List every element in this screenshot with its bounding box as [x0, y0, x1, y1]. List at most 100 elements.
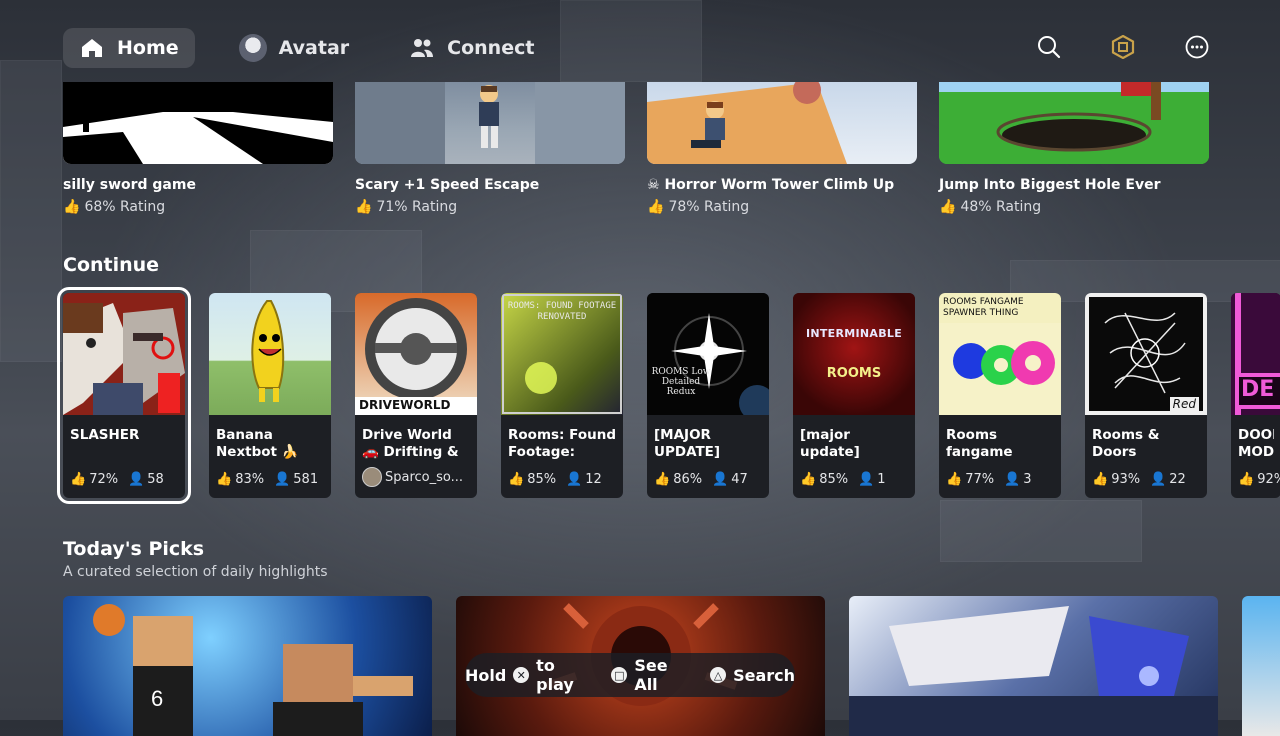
continue-card[interactable]: INTERMINABLE ROOMS [major update] INTERM… — [793, 293, 915, 498]
robux-icon[interactable] — [1110, 34, 1136, 60]
players-stat: 👤 3 — [1004, 472, 1031, 487]
continue-card[interactable]: Red Rooms & Doors (Hidden & Tact... 👍93%… — [1085, 293, 1207, 498]
controller-hint-bar: Hold ✕ to play □ See All △ Search — [465, 653, 795, 697]
thumbs-up-icon: 👍 — [939, 199, 957, 215]
players-value: 1 — [877, 472, 886, 487]
game-title: Jump Into Biggest Hole Ever — [939, 177, 1161, 193]
rating-text: 68% Rating — [84, 199, 166, 215]
continue-card[interactable]: ROOMS Low Detailed Redux [MAJOR UPDATE] … — [647, 293, 769, 498]
rating-value: 85% — [819, 472, 849, 487]
nav-connect[interactable]: Connect — [393, 28, 550, 68]
thumbs-up-icon: 👍 — [355, 199, 373, 215]
players-stat: 👤 581 — [274, 472, 318, 487]
players-value: 47 — [731, 472, 748, 487]
game-thumbnail: DE — [1231, 293, 1280, 415]
pick-card[interactable] — [849, 596, 1218, 736]
recommended-games-row: silly sword game 👍 68% Rating Scary +1 Sp… — [63, 82, 1209, 215]
triangle-button-icon: △ — [710, 667, 727, 683]
players-value: 12 — [585, 472, 602, 487]
person-icon: 👤 — [274, 472, 291, 487]
person-icon: 👤 — [128, 472, 145, 487]
interminable-logo: INTERMINABLE — [805, 327, 903, 340]
card-title: Banana Nextbot 🍌 — [216, 427, 299, 460]
thumbs-up-icon: 👍 — [647, 199, 665, 215]
interminable-rooms-logo: ROOMS — [826, 366, 882, 381]
game-title: ☠ Horror Worm Tower Climb Up — [647, 177, 917, 193]
game-thumbnail: Red — [1085, 293, 1207, 415]
game-thumbnail — [63, 293, 185, 415]
to-play-label: to play — [536, 656, 574, 694]
creator-stat: Sparco_so... — [362, 467, 463, 487]
game-card[interactable]: ☠ Horror Worm Tower Climb Up 👍 78% Rating — [647, 82, 917, 215]
thumbs-up-icon: 👍 — [1238, 472, 1255, 487]
rating-stat: 👍 72% — [70, 472, 118, 487]
thumbs-up-icon: 👍 — [800, 472, 817, 487]
card-stats: Sparco_so... — [362, 467, 463, 487]
hold-to-play-hint: Hold ✕ to play — [465, 656, 597, 694]
thumbs-up-icon: 👍 — [1092, 472, 1109, 487]
game-thumbnail: ROOMS FANGAME SPAWNER THING — [939, 293, 1061, 415]
avatar-icon — [238, 34, 267, 62]
players-value: 22 — [1169, 472, 1186, 487]
person-icon: 👤 — [1150, 472, 1167, 487]
rating-stat: 👍92% — [1238, 472, 1280, 487]
rating-text: 71% Rating — [376, 199, 458, 215]
continue-card[interactable]: DE DOOR MODE 👍92% — [1231, 293, 1280, 498]
nav-home[interactable]: Home — [63, 28, 195, 68]
thumbs-up-icon: 👍 — [654, 472, 671, 487]
rating-stat: 👍 83% — [216, 472, 264, 487]
thumbs-up-icon: 👍 — [63, 199, 81, 215]
pick-card[interactable]: 6 — [63, 596, 432, 736]
game-card[interactable]: Scary +1 Speed Escape 👍 71% Rating — [355, 82, 625, 215]
card-stats: 👍 93% 👤 22 — [1092, 472, 1186, 487]
top-right-actions — [1036, 34, 1210, 60]
square-button-icon: □ — [611, 667, 628, 683]
card-stats: 👍 72% 👤 58 — [70, 472, 164, 487]
see-all-hint[interactable]: □ See All — [611, 656, 696, 694]
search-hint[interactable]: △ Search — [710, 666, 795, 685]
game-rating: 👍 68% Rating — [63, 199, 333, 215]
de-logo: DE — [1241, 377, 1275, 402]
game-thumbnail — [647, 82, 917, 164]
people-icon — [409, 35, 435, 61]
game-card[interactable]: Jump Into Biggest Hole Ever 👍 48% Rating — [939, 82, 1209, 215]
continue-card[interactable]: Banana Nextbot 🍌 👍 83% 👤 581 — [209, 293, 331, 498]
hold-label: Hold — [465, 665, 507, 685]
continue-card[interactable]: ROOMS: FOUND FOOTAGE RENOVATED Rooms: Fo… — [501, 293, 623, 498]
rating-stat: 👍 77% — [946, 472, 994, 487]
card-stats: 👍 83% 👤 581 — [216, 472, 318, 487]
continue-card[interactable]: SLASHER 👍 72% 👤 58 — [57, 287, 191, 504]
rating-stat: 👍 85% — [800, 472, 848, 487]
nav-avatar[interactable]: Avatar — [223, 28, 366, 68]
thumbs-up-icon: 👍 — [216, 472, 233, 487]
game-card[interactable]: silly sword game 👍 68% Rating — [63, 82, 333, 215]
rating-value: 72% — [89, 472, 119, 487]
card-title: SLASHER — [70, 427, 140, 443]
fangame-logo: ROOMS FANGAME SPAWNER THING — [943, 297, 1024, 318]
continue-card[interactable]: DRIVEWORLD Drive World 🚗 Drifting & Raci… — [355, 293, 477, 498]
game-thumbnail — [939, 82, 1209, 164]
search-icon[interactable] — [1036, 34, 1062, 60]
continue-card[interactable]: ROOMS FANGAME SPAWNER THING Rooms fangam… — [939, 293, 1061, 498]
see-all-label: See All — [634, 656, 668, 694]
continue-row: SLASHER 👍 72% 👤 58 Banana Nextbot 🍌 👍 83% 👤… — [57, 287, 1280, 504]
nav-home-label: Home — [117, 37, 179, 59]
card-stats: 👍 85% 👤 12 — [508, 472, 602, 487]
players-stat: 👤 12 — [566, 472, 602, 487]
card-title: Rooms: Found Footage: REN... — [508, 427, 616, 460]
players-stat: 👤 22 — [1150, 472, 1186, 487]
creator-name: Sparco_so... — [385, 469, 464, 485]
rating-stat: 👍 86% — [654, 472, 702, 487]
rooms-low-logo: ROOMS Low Detailed Redux — [651, 367, 711, 397]
rating-value: 92% — [1257, 472, 1280, 487]
card-title: Drive World 🚗 Drifting & Raci... — [362, 427, 459, 460]
pick-card[interactable] — [1242, 596, 1280, 736]
game-thumbnail: ROOMS Low Detailed Redux — [647, 293, 769, 415]
game-title: Scary +1 Speed Escape — [355, 177, 540, 193]
more-icon[interactable] — [1184, 34, 1210, 60]
person-icon: 👤 — [1004, 472, 1021, 487]
card-stats: 👍92% — [1238, 472, 1280, 487]
players-stat: 👤 1 — [858, 472, 885, 487]
driveworld-logo: DRIVEWORLD — [359, 398, 451, 412]
card-title: [MAJOR UPDATE] ROO... — [654, 427, 721, 460]
